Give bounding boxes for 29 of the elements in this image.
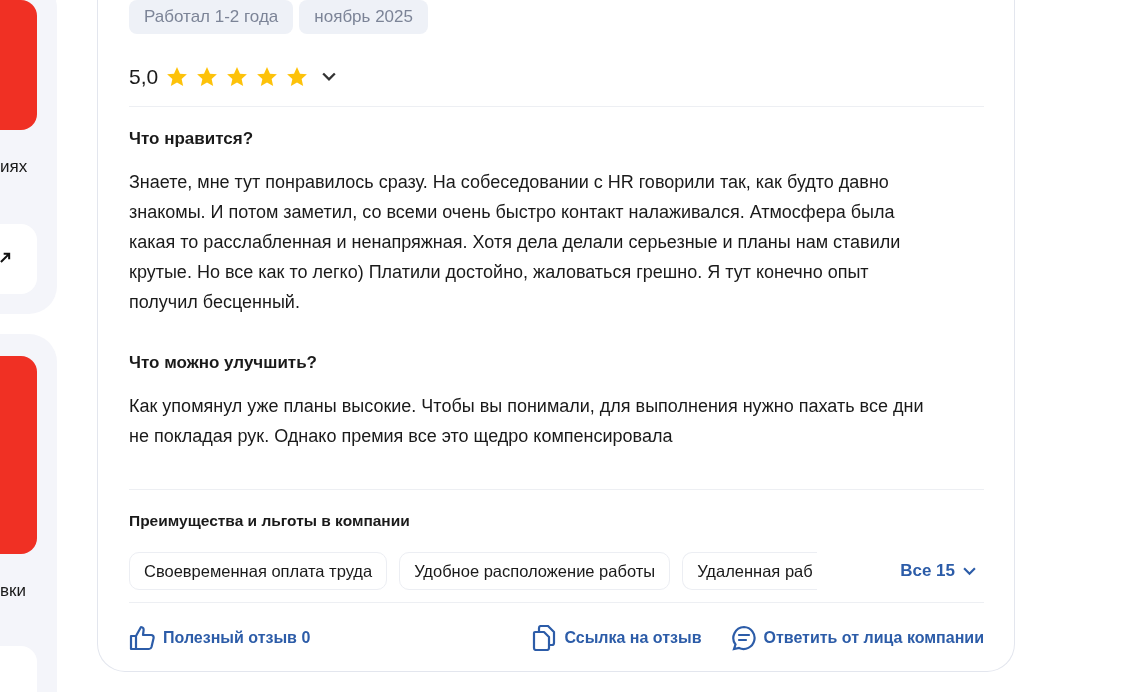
panel-caption: вки <box>0 580 27 602</box>
thumbs-up-icon <box>129 625 155 651</box>
star-icon <box>256 66 279 88</box>
chat-bubble-icon <box>731 625 758 651</box>
section-title: Что нравится? <box>129 129 255 149</box>
copy-icon <box>532 625 557 651</box>
benefit-chip: Удаленная раб <box>682 552 817 590</box>
rating-value: 5,0 <box>129 65 159 89</box>
benefit-chip: Своевременная оплата труда <box>129 552 388 590</box>
action-button[interactable]: Ответить от лица компании <box>731 625 984 651</box>
star-icon <box>166 66 189 88</box>
benefit-chip: Удобное расположение работы <box>399 552 671 590</box>
review-tag: ноябрь 2025 <box>299 0 428 34</box>
arrow-icon <box>0 252 11 263</box>
section-title: Что можно улучшить? <box>129 353 318 373</box>
panel-caption: иях <box>0 156 29 178</box>
action-button[interactable]: Ссылка на отзыв <box>532 625 702 651</box>
show-all-button[interactable]: Все 15 <box>900 561 984 581</box>
benefits-title: Преимущества и льготы в компании <box>129 512 411 530</box>
action-button[interactable]: Полезный отзыв 0 <box>129 625 311 651</box>
review-tag: Работал 1-2 года <box>129 0 294 34</box>
star-icon <box>196 66 219 88</box>
promo-banner[interactable] <box>0 0 37 130</box>
link-card[interactable] <box>0 224 37 294</box>
review-text: Как упомянул уже планы высокие. Чтобы вы понимали, для выполнения нужно пахать все дни не покладая рук. Однако премия все это щедро компенсировала <box>129 395 925 448</box>
review-text: Знаете, мне тут понравилось сразу. На собеседовании с HR говорили так, как будто давно знакомы. И потом заметил, со всеми очень быстро контакт налаживался. Атмосфера была какая то расслабленная и ненапряжная. Хотя дела делали серьезные и планы нам ставили крутые. Но все как то легко) Платили достойно, жаловаться грешно. Я тут конечно опыт получил бесценный. <box>129 171 902 314</box>
chevron-down-icon <box>963 566 976 576</box>
star-icon <box>226 66 249 88</box>
star-icon <box>286 66 309 88</box>
